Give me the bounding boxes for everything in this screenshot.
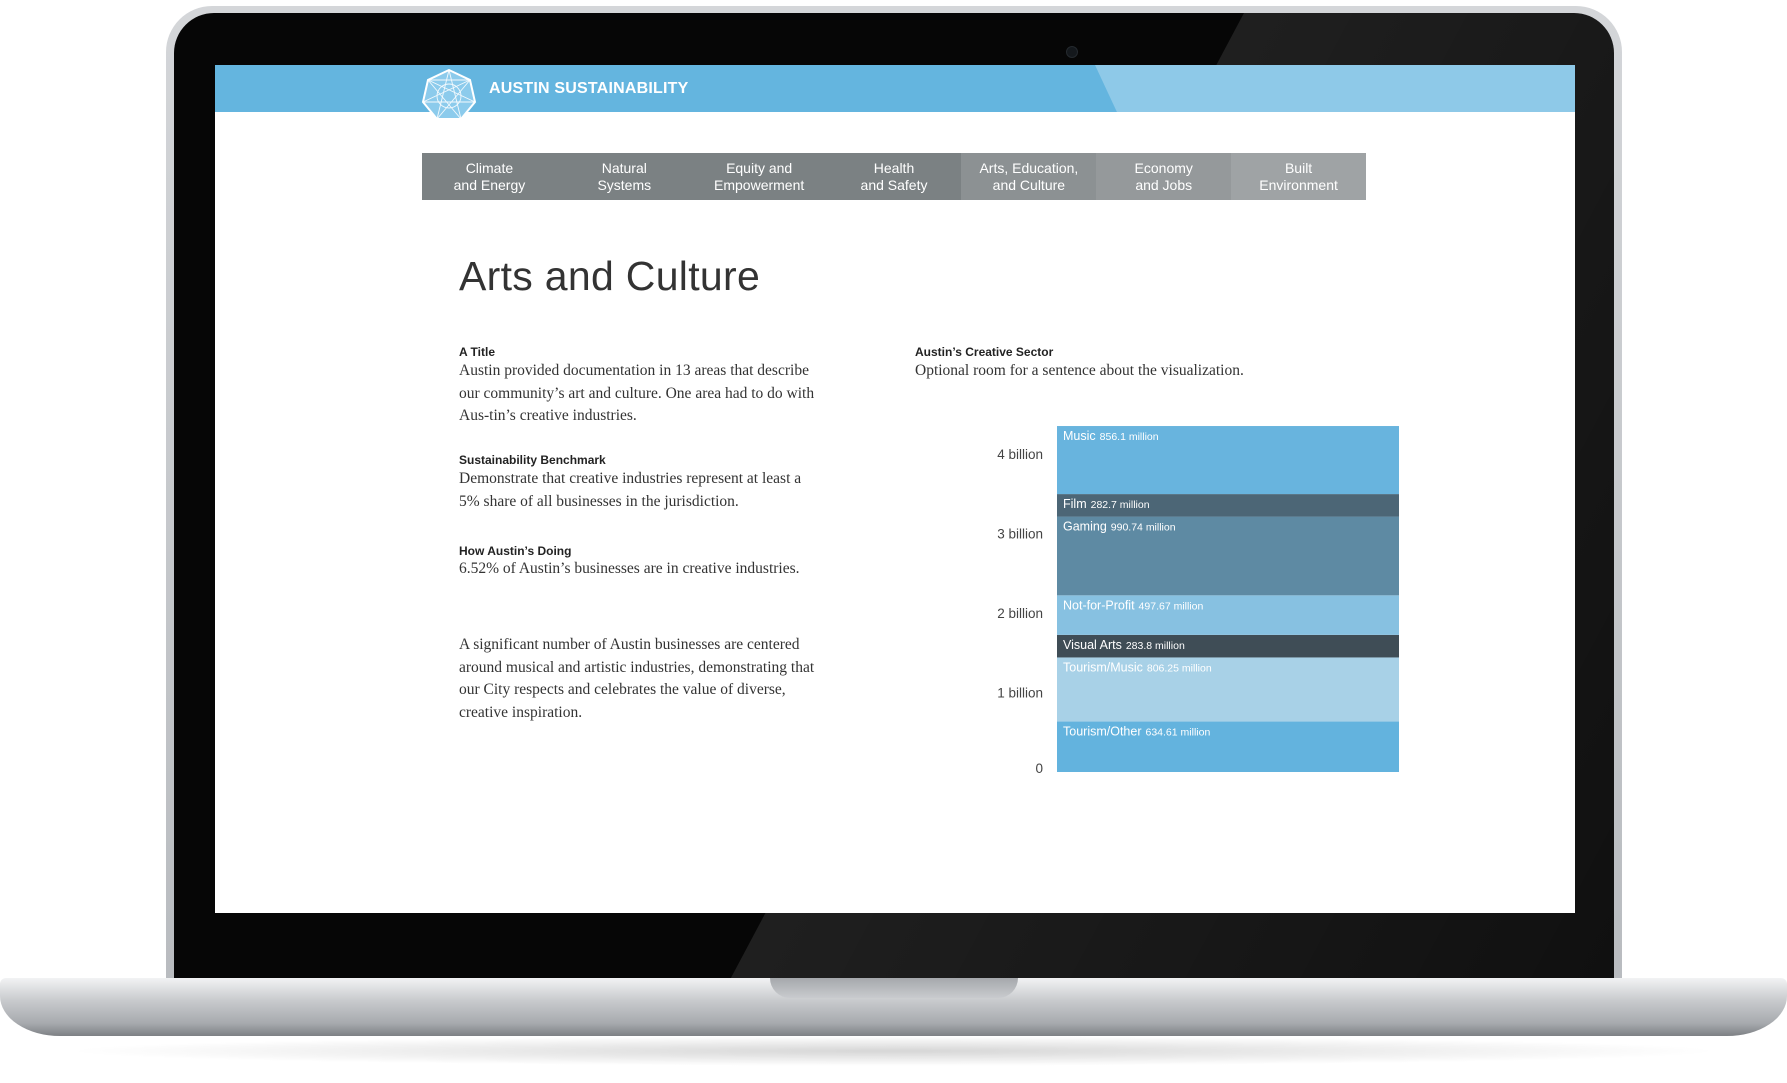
segment-name: Tourism/Other (1063, 725, 1142, 739)
segment-name: Gaming (1063, 520, 1107, 534)
segment-value: 634.61 million (1146, 727, 1211, 739)
segment-label-not-for-profit: Not-for-Profit 497.67 million (1063, 598, 1203, 612)
segment-name: Tourism/Music (1063, 660, 1143, 674)
segment-label-music: Music 856.1 million (1063, 429, 1159, 443)
section-text-summary: A significant number of Austin businesse… (459, 636, 815, 722)
nav-item-equity-empowerment[interactable]: Equity and Empowerment (692, 153, 827, 200)
y-tick-label: 0 (1035, 761, 1043, 776)
segment-label-film: Film 282.7 million (1063, 497, 1150, 511)
y-tick-label: 3 billion (997, 527, 1043, 542)
section-text-how-doing: 6.52% of Austin’s businesses are in crea… (459, 560, 800, 577)
segment-name: Visual Arts (1063, 638, 1122, 652)
viz-caption: Optional room for a sentence about the v… (915, 362, 1244, 379)
main-nav: Climate and Energy Natural Systems Equit… (422, 153, 1367, 200)
nav-item-built-environment[interactable]: Built Environment (1231, 153, 1367, 200)
segment-label-gaming: Gaming 990.74 million (1063, 520, 1176, 534)
brand-name[interactable]: AUSTIN SUSTAINABILITY (489, 65, 688, 112)
segment-name: Music (1063, 429, 1096, 443)
laptop-shadow (60, 1036, 1727, 1066)
segment-label-tourism-music: Tourism/Music 806.25 million (1063, 660, 1212, 674)
laptop-notch (770, 978, 1018, 998)
segment-value: 497.67 million (1139, 600, 1204, 612)
section-label-how-doing: How Austin’s Doing (459, 544, 572, 558)
camera-icon (1066, 46, 1078, 58)
segment-value: 806.25 million (1147, 662, 1212, 674)
nav-item-climate-energy[interactable]: Climate and Energy (422, 153, 557, 200)
nav-item-health-safety[interactable]: Health and Safety (827, 153, 962, 200)
segment-value: 283.8 million (1126, 640, 1185, 652)
section-label-title: A Title (459, 345, 496, 359)
bar-segment-gaming[interactable] (1057, 516, 1399, 596)
site-header (215, 65, 1575, 112)
page-title: Arts and Culture (459, 253, 761, 299)
logo-icon[interactable] (421, 69, 477, 121)
section-text-intro: Austin provided documentation in 13 area… (459, 362, 815, 425)
y-tick-label: 1 billion (997, 686, 1043, 701)
segment-value: 990.74 million (1111, 522, 1176, 534)
nav-item-arts-education-culture[interactable]: Arts, Education, and Culture (961, 153, 1097, 200)
creative-sector-chart: 0 1 billion 2 billion 3 billion 4 billion Tou… (997, 426, 1399, 776)
y-tick-label: 4 billion (997, 447, 1043, 462)
segment-label-tourism-other: Tourism/Other 634.61 million (1063, 725, 1210, 739)
y-tick-label: 2 billion (997, 606, 1043, 621)
nav-item-natural-systems[interactable]: Natural Systems (557, 153, 692, 200)
browser-screen: AUSTIN SUSTAINABILITY Climate and Energy… (215, 65, 1575, 913)
section-text-benchmark: Demonstrate that creative industries rep… (459, 470, 802, 510)
segment-name: Not-for-Profit (1063, 598, 1135, 612)
viz-label: Austin’s Creative Sector (915, 345, 1054, 359)
segment-value: 282.7 million (1091, 499, 1150, 511)
segment-value: 856.1 million (1100, 431, 1159, 443)
header-highlight (1095, 65, 1575, 112)
segment-name: Film (1063, 497, 1087, 511)
nav-item-economy-jobs[interactable]: Economy and Jobs (1096, 153, 1232, 200)
section-label-benchmark: Sustainability Benchmark (459, 453, 606, 467)
